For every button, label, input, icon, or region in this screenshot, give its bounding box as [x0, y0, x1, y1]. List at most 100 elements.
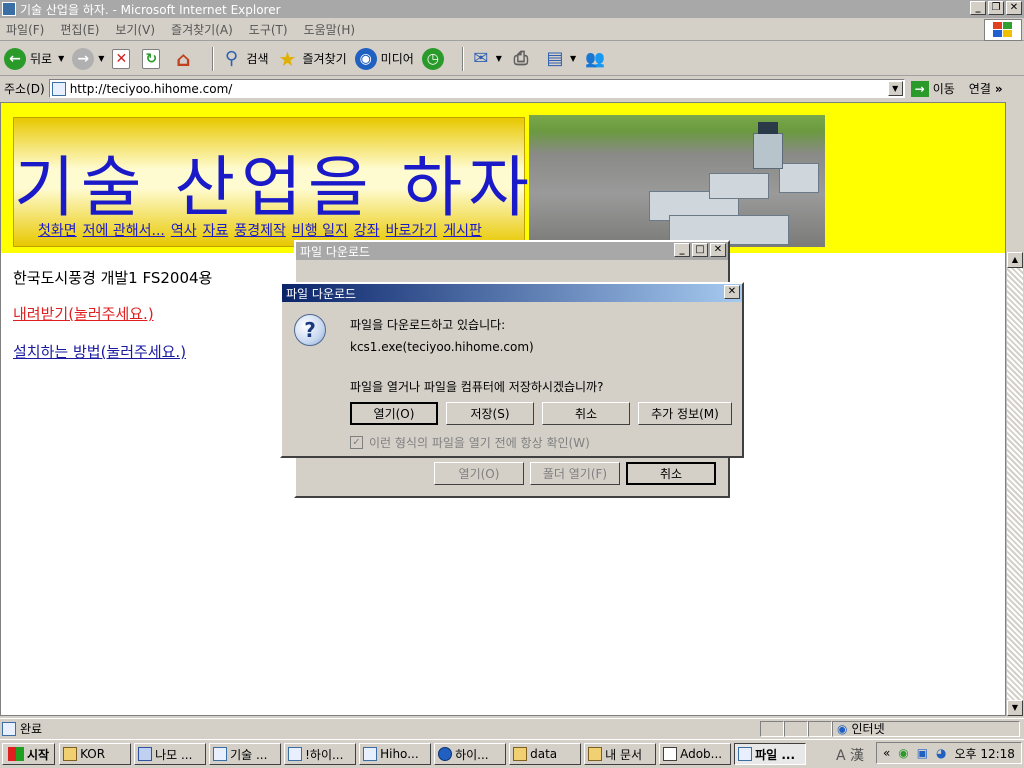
edit-button[interactable]: ▤ ▼ [544, 48, 576, 70]
cancel-button[interactable]: 취소 [542, 402, 630, 425]
messenger-button[interactable]: 👥 [584, 48, 610, 70]
media-button[interactable]: ◉ 미디어 [354, 47, 414, 70]
history-button[interactable]: ◷ [421, 47, 448, 70]
menu-view[interactable]: 보기(V) [115, 21, 155, 38]
scroll-down-icon[interactable]: ▼ [1007, 700, 1023, 716]
nav-shortcuts[interactable]: 바로가기 [386, 220, 438, 240]
edit-page-icon: ▤ [546, 48, 564, 69]
back-arrow-icon: ← [4, 47, 26, 70]
task-hihome3[interactable]: 하이... [434, 743, 507, 765]
open-button[interactable]: 열기(O) [434, 462, 524, 485]
ime-indicator[interactable]: A 漢 [836, 745, 864, 765]
cancel-button[interactable]: 취소 [626, 462, 716, 485]
dialog-filename: kcs1.exe(teciyoo.hihome.com) [350, 340, 534, 354]
stop-button[interactable]: ✕ [112, 48, 134, 69]
nav-flight-log[interactable]: 비행 일지 [292, 220, 348, 240]
nav-history[interactable]: 역사 [171, 220, 197, 240]
mail-icon: ✉ [473, 48, 489, 69]
download-link[interactable]: 내려받기(눌러주세요.) [13, 303, 154, 324]
stop-icon: ✕ [112, 48, 131, 69]
tray-expand-icon[interactable]: « [883, 746, 890, 760]
start-button[interactable]: 시작 [2, 743, 56, 765]
windows-logo-icon [984, 19, 1022, 41]
save-button[interactable]: 저장(S) [446, 402, 534, 425]
open-folder-button[interactable]: 폴더 열기(F) [530, 462, 620, 485]
menu-file[interactable]: 파일(F) [6, 21, 44, 38]
nav-lectures[interactable]: 강좌 [354, 220, 380, 240]
page-icon [51, 81, 66, 96]
nav-home[interactable]: 첫화면 [38, 220, 77, 240]
file-download-dialog: 파일 다운로드 ✕ ? 파일을 다운로드하고 있습니다: kcs1.exe(te… [280, 282, 744, 458]
task-adobe[interactable]: Adob... [659, 743, 732, 765]
folder-icon [513, 747, 528, 761]
window-title-bar: 기술 산업을 하자. - Microsoft Internet Explorer… [0, 0, 1024, 18]
open-button[interactable]: 열기(O) [350, 402, 438, 425]
checkbox-label: 이런 형식의 파일을 열기 전에 항상 확인(W) [369, 436, 590, 450]
chevron-right-icon[interactable]: » [995, 82, 1003, 96]
home-button[interactable]: ⌂ [172, 47, 198, 71]
task-ie-site[interactable]: 기술 ... [209, 743, 282, 765]
chevron-down-icon[interactable]: ▼ [98, 54, 104, 63]
tray-network-icon[interactable]: ▣ [917, 746, 928, 760]
chevron-down-icon[interactable]: ▼ [887, 81, 903, 96]
menu-help[interactable]: 도움말(H) [304, 21, 356, 38]
nav-scenery[interactable]: 풍경제작 [234, 220, 286, 240]
status-cell [808, 720, 832, 737]
close-button[interactable]: ✕ [724, 285, 740, 299]
search-button[interactable]: ⚲ 검색 [220, 48, 269, 70]
nav-board[interactable]: 게시판 [443, 220, 482, 240]
task-my-documents[interactable]: 내 문서 [584, 743, 657, 765]
airport-image [529, 115, 825, 247]
address-input[interactable]: http://teciyoo.hihome.com/ ▼ [48, 79, 905, 98]
nav-resources[interactable]: 자료 [203, 220, 229, 240]
always-ask-checkbox[interactable]: ✓ 이런 형식의 파일을 열기 전에 항상 확인(W) [350, 434, 590, 451]
tray-ie-icon[interactable]: ◕ [936, 746, 946, 760]
links-label[interactable]: 연결 [969, 80, 991, 97]
print-button[interactable]: ⎙ [510, 48, 536, 70]
menu-tools[interactable]: 도구(T) [249, 21, 288, 38]
task-hihome2[interactable]: Hiho... [359, 743, 432, 765]
dialog-question: 파일을 열거나 파일을 컴퓨터에 저장하시겠습니까? [350, 380, 604, 394]
task-namo[interactable]: 나모 ... [134, 743, 207, 765]
minimize-button[interactable]: _ [674, 243, 690, 257]
address-url: http://teciyoo.hihome.com/ [69, 81, 233, 96]
header-band: 기술 산업을 하자 첫화면 저에 관해서... 역사 자료 풍경제작 비행 일지… [1, 103, 1005, 253]
refresh-button[interactable]: ↻ [142, 48, 164, 69]
chevron-down-icon[interactable]: ▼ [58, 54, 64, 63]
task-data[interactable]: data [509, 743, 582, 765]
nav-about[interactable]: 저에 관해서... [83, 220, 165, 240]
scroll-up-icon[interactable]: ▲ [1007, 252, 1023, 268]
task-kor[interactable]: KOR [59, 743, 132, 765]
install-guide-link[interactable]: 설치하는 방법(눌러주세요.) [13, 341, 186, 362]
forward-button[interactable]: → ▼ [72, 47, 104, 70]
task-file-download[interactable]: 파일 ... [734, 743, 807, 765]
more-info-button[interactable]: 추가 정보(M) [638, 402, 732, 425]
toolbar-separator [212, 46, 215, 71]
scroll-track[interactable] [1007, 268, 1023, 700]
star-icon: ★ [278, 46, 297, 71]
menu-favorites[interactable]: 즐겨찾기(A) [171, 21, 233, 38]
menu-edit[interactable]: 편집(E) [60, 21, 99, 38]
vertical-scrollbar[interactable]: ▲ ▼ [1006, 252, 1023, 716]
search-label: 검색 [246, 52, 269, 66]
back-button[interactable]: ← 뒤로 ▼ [4, 47, 64, 70]
task-hihome1[interactable]: !하이... [284, 743, 357, 765]
question-icon: ? [294, 314, 326, 346]
adobe-icon [663, 747, 678, 761]
chevron-down-icon[interactable]: ▼ [496, 54, 502, 63]
favorites-button[interactable]: ★ 즐겨찾기 [277, 46, 347, 71]
folder-icon [63, 747, 78, 761]
folder-icon [588, 747, 603, 761]
namo-icon [138, 747, 153, 761]
messenger-icon: 👥 [585, 49, 606, 68]
maximize-button[interactable]: □ [692, 243, 708, 257]
close-button[interactable]: ✕ [710, 243, 726, 257]
tray-app-icon[interactable]: ◉ [898, 746, 908, 760]
toolbar-separator [461, 46, 464, 71]
chevron-down-icon[interactable]: ▼ [570, 54, 576, 63]
minimize-button[interactable]: _ [970, 1, 986, 15]
close-button[interactable]: ✕ [1006, 1, 1022, 15]
restore-button[interactable]: ❐ [988, 1, 1004, 15]
go-button[interactable]: → 이동 [910, 80, 955, 97]
mail-button[interactable]: ✉ ▼ [470, 48, 502, 70]
